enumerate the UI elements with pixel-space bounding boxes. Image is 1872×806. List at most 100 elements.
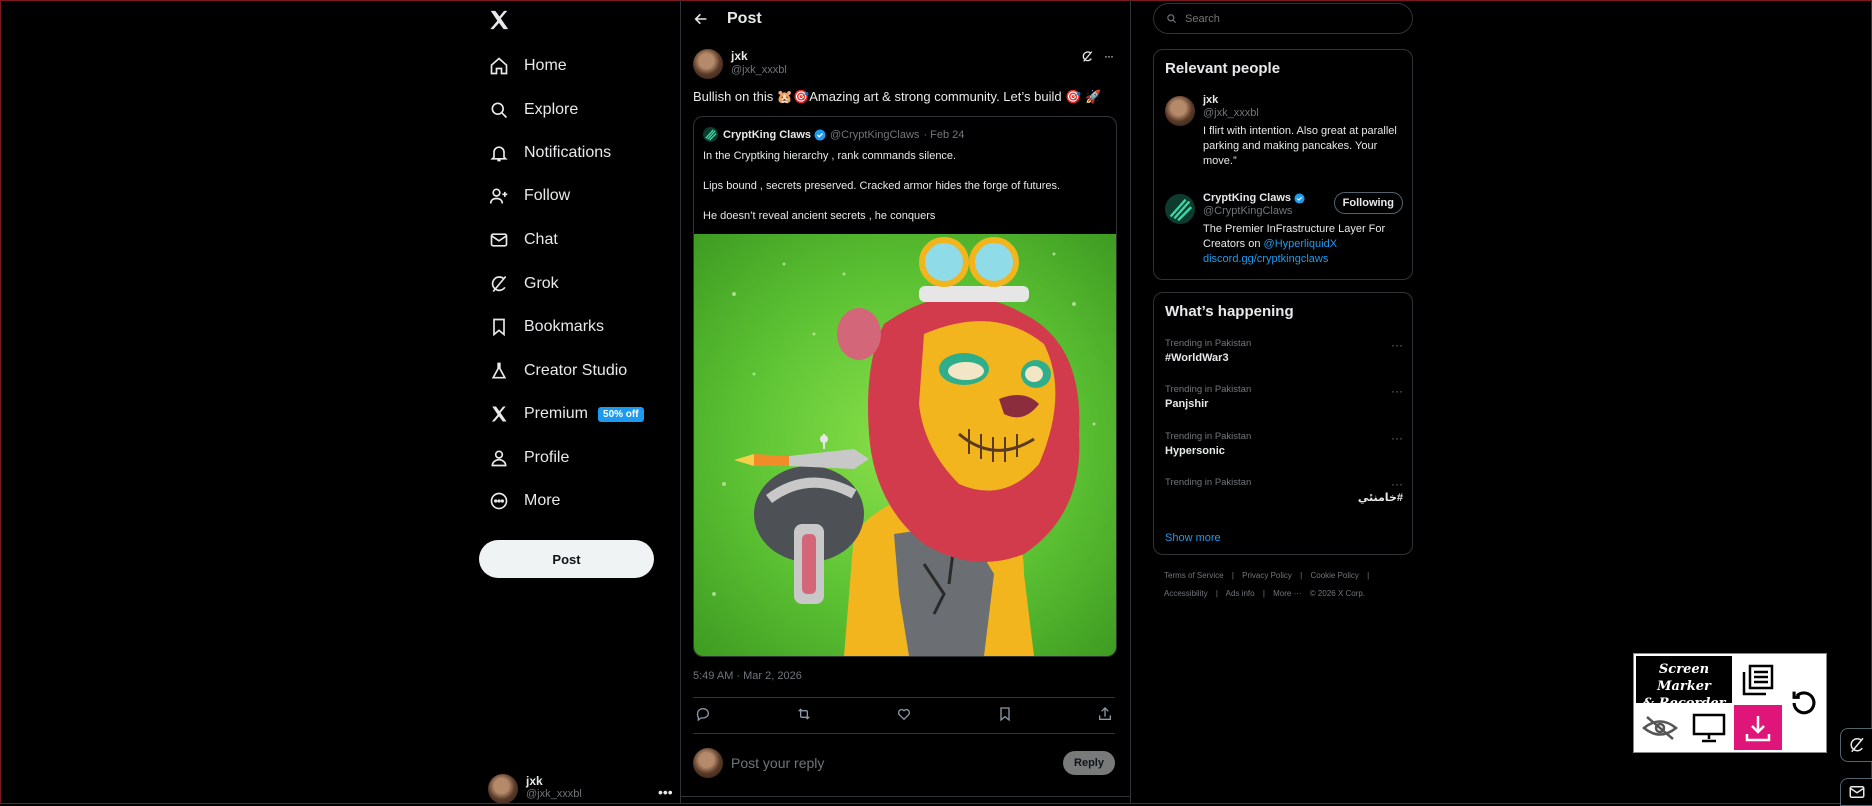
nav-grok[interactable]: Grok <box>488 271 559 297</box>
like-icon[interactable] <box>896 706 912 722</box>
trend-item[interactable]: Trending in Pakistan Hypersonic ··· <box>1165 431 1403 457</box>
nav-explore-label: Explore <box>524 101 579 118</box>
hide-icon[interactable] <box>1636 705 1684 750</box>
cryptking-avatar-icon[interactable] <box>1165 194 1195 267</box>
grok-icon <box>1848 736 1866 754</box>
avatar[interactable] <box>693 49 723 79</box>
more-options-icon[interactable]: ··· <box>1391 431 1403 445</box>
back-arrow-icon[interactable] <box>693 11 709 27</box>
quoted-text-line: In the Cryptking hierarchy , rank comman… <box>703 150 957 162</box>
nav-premium[interactable]: Premium 50% off <box>488 401 644 427</box>
copy-icon[interactable] <box>1734 656 1782 703</box>
trend-item[interactable]: Trending in Pakistan #خامنئي ··· <box>1165 477 1403 504</box>
ads-info-link[interactable]: Ads info <box>1226 589 1255 598</box>
bookmark-icon[interactable] <box>997 706 1013 722</box>
show-more-link[interactable]: Show more <box>1165 532 1221 544</box>
verified-badge-icon <box>814 129 826 141</box>
person-icon <box>488 447 510 469</box>
bookmark-icon <box>488 316 510 338</box>
more-options-icon[interactable]: ··· <box>1391 384 1403 398</box>
quoted-author-name: CryptKing Claws <box>723 128 812 141</box>
quoted-post-date: · Feb 24 <box>923 128 965 141</box>
quoted-post[interactable]: CryptKing Claws @CryptKingClaws · Feb 24… <box>693 116 1117 657</box>
nav-chat[interactable]: Chat <box>488 227 558 253</box>
nav-profile[interactable]: Profile <box>488 445 569 471</box>
more-options-icon[interactable]: ··· <box>1391 338 1403 352</box>
nav-more-label: More <box>524 492 561 509</box>
account-switcher[interactable]: jxk @jxk_xxxbl ••• <box>488 774 673 804</box>
trend-item[interactable]: Trending in Pakistan Panjshir ··· <box>1165 384 1403 410</box>
trend-item[interactable]: Trending in Pakistan #WorldWar3 ··· <box>1165 338 1403 364</box>
nav-follow-label: Follow <box>524 187 571 204</box>
widget-title-line: Screen Marker <box>1657 662 1711 694</box>
nav-bookmarks[interactable]: Bookmarks <box>488 314 604 340</box>
lion-nft-image[interactable] <box>694 234 1116 656</box>
divider <box>693 733 1115 734</box>
trend-context: Trending in Pakistan <box>1165 338 1252 349</box>
person-name[interactable]: CryptKing Claws <box>1203 192 1291 204</box>
page-title: Post <box>727 10 762 27</box>
trend-context: Trending in Pakistan <box>1165 384 1252 395</box>
author-name[interactable]: jxk <box>731 49 787 63</box>
reply-button[interactable]: Reply <box>1063 751 1115 775</box>
following-button[interactable]: Following <box>1333 192 1403 214</box>
repost-icon[interactable] <box>796 706 812 722</box>
more-circle-icon <box>488 490 510 512</box>
terms-link[interactable]: Terms of Service <box>1164 571 1224 580</box>
trend-topic: Panjshir <box>1165 398 1209 410</box>
nav-follow[interactable]: Follow <box>488 183 570 209</box>
bio-url-link[interactable]: discord.gg/cryptkingclaws <box>1203 253 1328 265</box>
search-icon <box>1166 13 1177 24</box>
x-logo-icon[interactable] <box>488 9 510 31</box>
avatar <box>488 774 518 804</box>
trend-topic: Hypersonic <box>1165 445 1225 457</box>
messages-side-tab[interactable] <box>1840 778 1872 806</box>
post-actions <box>693 706 1115 722</box>
nav-creator-studio[interactable]: Creator Studio <box>488 358 627 384</box>
person-name[interactable]: jxk <box>1203 94 1403 106</box>
share-icon[interactable] <box>1097 706 1113 722</box>
bio-mention-link[interactable]: @HyperliquidX <box>1264 238 1338 250</box>
nav-premium-label: Premium <box>524 405 589 422</box>
ellipsis-icon[interactable]: ••• <box>658 784 673 800</box>
author-handle[interactable]: @jxk_xxxbl <box>731 64 787 76</box>
nav-bookmarks-label: Bookmarks <box>524 318 605 335</box>
undo-icon[interactable] <box>1784 656 1824 750</box>
privacy-link[interactable]: Privacy Policy <box>1242 571 1292 580</box>
search-bar[interactable] <box>1153 3 1413 34</box>
avatar[interactable] <box>1165 96 1195 126</box>
relevant-person[interactable]: CryptKing Claws @CryptKingClaws Followin… <box>1165 192 1403 267</box>
post-timestamp[interactable]: 5:49 AM · Mar 2, 2026 <box>693 670 802 682</box>
mail-icon <box>1848 783 1866 801</box>
screen-marker-widget: Screen Marker & Recorder <box>1633 653 1827 753</box>
cookie-link[interactable]: Cookie Policy <box>1310 571 1358 580</box>
more-options-icon[interactable]: ··· <box>1391 477 1403 491</box>
nav-explore[interactable]: Explore <box>488 97 578 123</box>
relevant-people-card: Relevant people jxk @jxk_xxxbl I flirt w… <box>1153 49 1413 280</box>
post-author[interactable]: jxk @jxk_xxxbl <box>693 49 787 79</box>
search-input[interactable] <box>1183 11 1407 26</box>
download-icon[interactable] <box>1734 705 1782 750</box>
compose-post-button[interactable]: Post <box>479 540 654 578</box>
nav-grok-label: Grok <box>524 275 559 292</box>
trend-context: Trending in Pakistan <box>1165 477 1252 488</box>
post-tools: ··· <box>1081 49 1114 63</box>
grok-icon[interactable] <box>1081 50 1094 63</box>
footer-separator: | <box>1262 589 1265 598</box>
nav-home[interactable]: Home <box>488 53 567 79</box>
grok-side-tab[interactable] <box>1840 728 1872 762</box>
more-options-icon[interactable]: ··· <box>1104 49 1114 63</box>
reply-input[interactable]: Post your reply <box>731 755 1063 771</box>
screen-icon[interactable] <box>1686 705 1732 750</box>
flask-icon <box>488 360 510 382</box>
accessibility-link[interactable]: Accessibility <box>1164 589 1208 598</box>
nav-notifications[interactable]: Notifications <box>488 140 611 166</box>
relevant-person[interactable]: jxk @jxk_xxxbl I flirt with intention. A… <box>1165 94 1403 169</box>
reply-icon[interactable] <box>695 706 711 722</box>
trend-topic: #WorldWar3 <box>1165 352 1229 364</box>
footer-more-link[interactable]: More ··· <box>1273 589 1301 598</box>
mail-icon <box>488 229 510 251</box>
verified-badge-icon <box>1294 192 1305 204</box>
post-column: Post jxk @jxk_xxxbl ··· Bullish on this … <box>680 0 1131 804</box>
nav-more[interactable]: More <box>488 488 560 514</box>
